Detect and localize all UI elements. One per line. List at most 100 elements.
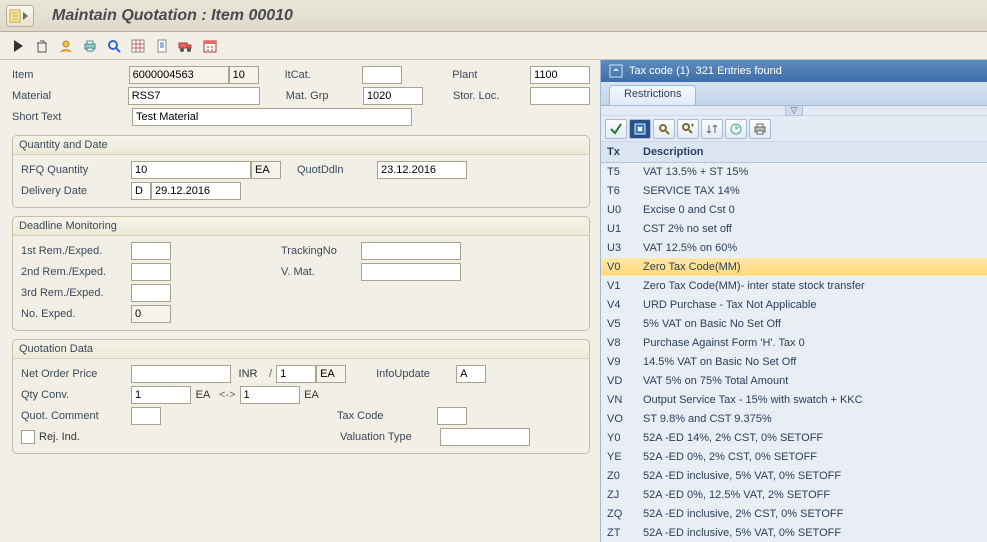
- delete-icon[interactable]: [32, 36, 52, 56]
- find-next-button[interactable]: [677, 119, 699, 139]
- netprice-label: Net Order Price: [21, 368, 131, 380]
- item-line-field[interactable]: [229, 66, 259, 84]
- storloc-field[interactable]: [530, 87, 590, 105]
- taxcode-field[interactable]: [437, 407, 467, 425]
- trackingno-field[interactable]: [361, 242, 461, 260]
- taxcode-list[interactable]: Tx Description T5VAT 13.5% + ST 15%T6SER…: [601, 142, 987, 542]
- rfq-uom-field[interactable]: [251, 161, 281, 179]
- rem2-field[interactable]: [131, 263, 171, 281]
- find-button[interactable]: [653, 119, 675, 139]
- searchhelp-title-count: 321 Entries found: [696, 65, 782, 77]
- table-row[interactable]: ZT52A -ED inclusive, 5% VAT, 0% SETOFF: [601, 523, 987, 542]
- menu-button[interactable]: [6, 5, 34, 27]
- storloc-label: Stor. Loc.: [453, 90, 530, 102]
- tx-cell: T6: [601, 181, 637, 200]
- table-row[interactable]: U1CST 2% no set off: [601, 219, 987, 238]
- desc-cell: VAT 12.5% on 60%: [637, 238, 987, 257]
- vmat-field[interactable]: [361, 263, 461, 281]
- searchhelp-icon: [607, 62, 625, 80]
- table-row[interactable]: V914.5% VAT on Basic No Set Off: [601, 352, 987, 371]
- accept-button[interactable]: [605, 119, 627, 139]
- comment-field[interactable]: [131, 407, 161, 425]
- searchhelp-titlebar[interactable]: Tax code (1) 321 Entries found: [601, 60, 987, 82]
- table-row[interactable]: YE52A -ED 0%, 2% CST, 0% SETOFF: [601, 447, 987, 466]
- desc-cell: VAT 5% on 75% Total Amount: [637, 371, 987, 390]
- delivdate-field[interactable]: [151, 182, 241, 200]
- tx-cell: VN: [601, 390, 637, 409]
- table-row[interactable]: T5VAT 13.5% + ST 15%: [601, 162, 987, 181]
- desc-cell: 5% VAT on Basic No Set Off: [637, 314, 987, 333]
- valtype-field[interactable]: [440, 428, 530, 446]
- restrictions-expander[interactable]: ▽: [601, 106, 987, 116]
- print-button[interactable]: [749, 119, 771, 139]
- table-row[interactable]: ZJ52A -ED 0%, 12.5% VAT, 2% SETOFF: [601, 485, 987, 504]
- desc-cell: Zero Tax Code(MM)- inter state stock tra…: [637, 276, 987, 295]
- item-label: Item: [12, 69, 129, 81]
- table-row[interactable]: V4URD Purchase - Tax Not Applicable: [601, 295, 987, 314]
- infoupd-field[interactable]: [456, 365, 486, 383]
- quotddln-field[interactable]: [377, 161, 467, 179]
- tx-cell: V0: [601, 257, 637, 276]
- rem3-field[interactable]: [131, 284, 171, 302]
- convfrom-field[interactable]: [131, 386, 191, 404]
- desc-cell: Excise 0 and Cst 0: [637, 200, 987, 219]
- matgrp-field[interactable]: [363, 87, 423, 105]
- execute-icon[interactable]: [8, 36, 28, 56]
- tab-restrictions[interactable]: Restrictions: [609, 85, 696, 105]
- table-row[interactable]: V8Purchase Against Form 'H'. Tax 0: [601, 333, 987, 352]
- col-desc-header[interactable]: Description: [637, 142, 987, 162]
- table-row[interactable]: Y052A -ED 14%, 2% CST, 0% SETOFF: [601, 428, 987, 447]
- table-row[interactable]: V0Zero Tax Code(MM): [601, 257, 987, 276]
- personal-list-button[interactable]: [725, 119, 747, 139]
- per-uom-field[interactable]: [316, 365, 346, 383]
- group-quotation: Quotation Data Net Order Price INR / Inf…: [12, 339, 590, 454]
- material-field[interactable]: [128, 87, 260, 105]
- truck-icon[interactable]: [176, 36, 196, 56]
- searchhelp-title-field: Tax code (1): [629, 65, 690, 77]
- document-icon[interactable]: [152, 36, 172, 56]
- rem1-label: 1st Rem./Exped.: [21, 245, 131, 257]
- tx-cell: V8: [601, 333, 637, 352]
- convto-field[interactable]: [240, 386, 300, 404]
- find-icon[interactable]: [104, 36, 124, 56]
- itcat-field[interactable]: [362, 66, 402, 84]
- spreadsheet-icon[interactable]: [128, 36, 148, 56]
- rejind-checkbox[interactable]: [21, 430, 35, 444]
- tx-cell: V5: [601, 314, 637, 333]
- desc-cell: 52A -ED 0%, 12.5% VAT, 2% SETOFF: [637, 485, 987, 504]
- table-row[interactable]: VNOutput Service Tax - 15% with swatch +…: [601, 390, 987, 409]
- plant-label: Plant: [452, 69, 530, 81]
- table-row[interactable]: T6SERVICE TAX 14%: [601, 181, 987, 200]
- delivdate-cat-field[interactable]: [131, 182, 151, 200]
- table-row[interactable]: V1Zero Tax Code(MM)- inter state stock t…: [601, 276, 987, 295]
- table-row[interactable]: ZQ52A -ED inclusive, 2% CST, 0% SETOFF: [601, 504, 987, 523]
- noexp-field[interactable]: [131, 305, 171, 323]
- desc-cell: 52A -ED inclusive, 2% CST, 0% SETOFF: [637, 504, 987, 523]
- desc-cell: SERVICE TAX 14%: [637, 181, 987, 200]
- table-row[interactable]: VDVAT 5% on 75% Total Amount: [601, 371, 987, 390]
- sort-button[interactable]: [701, 119, 723, 139]
- per-qty-field[interactable]: [276, 365, 316, 383]
- table-row[interactable]: VOST 9.8% and CST 9.375%: [601, 409, 987, 428]
- shorttext-field[interactable]: [132, 108, 412, 126]
- table-row[interactable]: U3VAT 12.5% on 60%: [601, 238, 987, 257]
- rem1-field[interactable]: [131, 242, 171, 260]
- matgrp-label: Mat. Grp: [286, 90, 363, 102]
- calendar-icon[interactable]: [200, 36, 220, 56]
- item-no-field[interactable]: [129, 66, 229, 84]
- table-row[interactable]: U0Excise 0 and Cst 0: [601, 200, 987, 219]
- desc-cell: 52A -ED 0%, 2% CST, 0% SETOFF: [637, 447, 987, 466]
- group-quantity-date: Quantity and Date RFQ Quantity QuotDdln …: [12, 135, 590, 208]
- col-tx-header[interactable]: Tx: [601, 142, 637, 162]
- rem3-label: 3rd Rem./Exped.: [21, 287, 131, 299]
- group-header: Deadline Monitoring: [13, 217, 589, 236]
- new-search-button[interactable]: [629, 119, 651, 139]
- netprice-field[interactable]: [131, 365, 231, 383]
- table-row[interactable]: Z052A -ED inclusive, 5% VAT, 0% SETOFF: [601, 466, 987, 485]
- plant-field[interactable]: [530, 66, 590, 84]
- table-row[interactable]: V55% VAT on Basic No Set Off: [601, 314, 987, 333]
- tx-cell: U0: [601, 200, 637, 219]
- print-icon[interactable]: [80, 36, 100, 56]
- rfq-qty-field[interactable]: [131, 161, 251, 179]
- user-icon[interactable]: [56, 36, 76, 56]
